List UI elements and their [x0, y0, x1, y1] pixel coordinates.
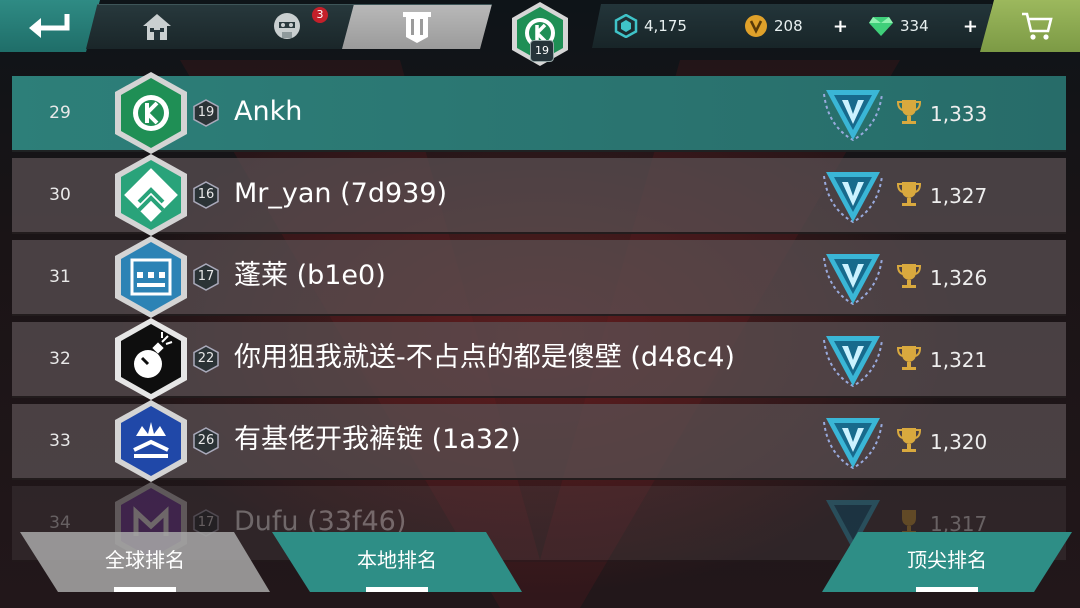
tab-top-ranking[interactable]: 顶尖排名	[822, 528, 1072, 592]
player-emblem-icon	[115, 154, 187, 236]
leaderboard-row[interactable]: 32 22 你用狙我就送-不占点的都是傻壁 (d48c4) 1,321	[12, 318, 1066, 400]
trophy-score: 1,326	[930, 266, 988, 290]
league-badge-icon	[823, 336, 883, 388]
rank-number: 32	[49, 349, 71, 369]
trophy-icon	[896, 100, 922, 124]
player-name: Mr_yan (7d939)	[234, 178, 448, 209]
tab-label: 顶尖排名	[907, 547, 987, 572]
back-arrow-icon	[29, 14, 70, 38]
player-emblem-icon	[115, 400, 187, 482]
player-name: 你用狙我就送-不占点的都是傻壁 (d48c4)	[234, 342, 735, 373]
credits-display: 4,175	[592, 4, 742, 48]
trophy-icon	[896, 182, 922, 206]
shop-button[interactable]	[980, 0, 1080, 52]
trophy-icon	[896, 346, 922, 370]
leaderboard-row[interactable]: 29 19 Ankh 1,333	[12, 72, 1066, 154]
tab-underline	[916, 587, 978, 592]
home-tab[interactable]	[86, 4, 228, 49]
home-icon	[143, 14, 171, 40]
tab-underline	[366, 587, 428, 592]
league-badge-icon	[823, 254, 883, 306]
player-name: 有基佬开我裤链 (1a32)	[234, 424, 521, 455]
player-name: 蓬莱 (b1e0)	[234, 260, 386, 291]
banner-icon	[403, 12, 431, 43]
hexagon-credit-icon	[614, 14, 638, 38]
shopping-cart-icon	[1022, 12, 1053, 40]
player-emblem-icon	[115, 236, 187, 318]
gem-icon	[869, 17, 893, 36]
notification-badge: 3	[312, 7, 328, 23]
player-emblem-icon	[115, 72, 187, 154]
gems-display: 334 +	[846, 4, 992, 48]
player-emblem-icon	[115, 318, 187, 400]
player-level: 19	[192, 99, 220, 127]
player-level: 26	[192, 427, 220, 455]
tab-local-ranking[interactable]: 本地排名	[272, 528, 522, 592]
player-level-badge: 19	[530, 40, 554, 62]
credits-value: 4,175	[644, 17, 687, 35]
trophy-score: 1,327	[930, 184, 988, 208]
top-bar: 3 19 4,175 208 + 334 +	[0, 0, 1080, 66]
add-gems-button[interactable]: +	[963, 16, 978, 37]
player-level: 16	[192, 181, 220, 209]
tab-label: 本地排名	[357, 547, 437, 572]
leaderboard-row[interactable]: 30 16 Mr_yan (7d939) 1,327	[12, 154, 1066, 236]
trophy-score: 1,320	[930, 430, 988, 454]
gems-value: 334	[900, 17, 929, 35]
gold-coin-icon	[745, 15, 767, 37]
gold-value: 208	[774, 17, 803, 35]
league-badge-icon	[823, 418, 883, 470]
tab-label: 全球排名	[105, 547, 185, 572]
trophy-icon	[896, 264, 922, 288]
league-badge-icon	[823, 172, 883, 224]
leaderboard-row[interactable]: 31 17 蓬莱 (b1e0) 1,326	[12, 236, 1066, 318]
league-badge-icon	[823, 90, 883, 142]
rank-number: 29	[49, 103, 71, 123]
rank-number: 30	[49, 185, 71, 205]
back-button[interactable]	[0, 0, 100, 52]
trophy-icon	[896, 428, 922, 452]
leaderboard-row[interactable]: 33 26 有基佬开我裤链 (1a32) 1,320	[12, 400, 1066, 482]
rank-number: 31	[49, 267, 71, 287]
robot-tab[interactable]	[214, 4, 360, 49]
tab-global-ranking[interactable]: 全球排名	[20, 528, 270, 592]
add-gold-button[interactable]: +	[833, 16, 848, 37]
player-level: 22	[192, 345, 220, 373]
tab-underline	[114, 587, 176, 592]
trophy-score: 1,333	[930, 102, 988, 126]
robot-head-icon	[274, 13, 300, 39]
rank-number: 33	[49, 431, 71, 451]
player-name: Ankh	[234, 96, 303, 127]
trophy-score: 1,321	[930, 348, 988, 372]
player-level: 17	[192, 263, 220, 291]
rankings-tab[interactable]	[342, 4, 492, 49]
gold-display: 208 +	[722, 4, 862, 48]
